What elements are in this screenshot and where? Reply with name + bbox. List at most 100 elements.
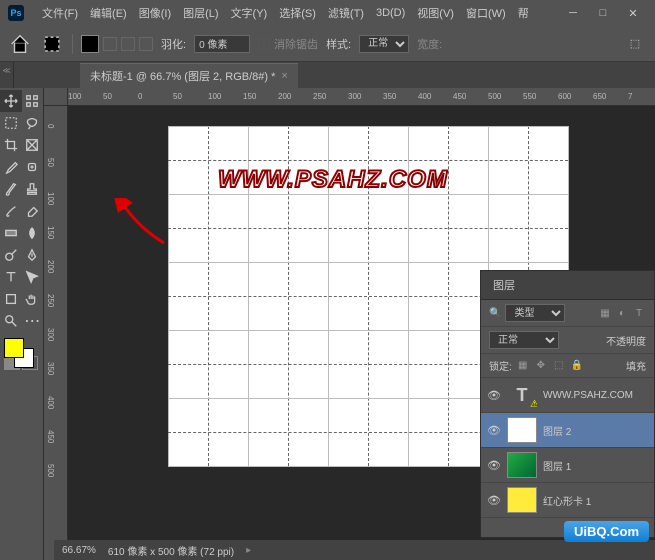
fill-label: 填充: [626, 358, 646, 373]
layer-item[interactable]: 👁 红心形卡 1: [481, 483, 654, 518]
gradient-tool[interactable]: [0, 222, 22, 244]
search-icon: 🔍: [489, 308, 501, 319]
layer-name[interactable]: 图层 2: [543, 423, 571, 438]
lock-label: 锁定:: [489, 358, 512, 373]
status-bar: 66.67% 610 像素 x 500 像素 (72 ppi) ▸: [54, 540, 655, 560]
ruler-origin[interactable]: [44, 88, 68, 106]
layers-panel: 图层 🔍 类型 ▦ ◐ T 正常 不透明度 锁定: ▦ ✥ ⬚ 🔒 填充 👁 T…: [480, 270, 655, 538]
tab-bar: ≪ 未标题-1 @ 66.7% (图层 2, RGB/8#) * ×: [0, 62, 655, 88]
menu-filter[interactable]: 滤镜(T): [322, 5, 370, 21]
layer-name[interactable]: 红心形卡 1: [543, 493, 591, 508]
lock-all-icon[interactable]: 🔒: [570, 359, 584, 373]
menu-file[interactable]: 文件(F): [36, 5, 84, 21]
blend-mode-select[interactable]: 正常: [489, 331, 559, 349]
layer-thumb: [507, 452, 537, 478]
tab-close-icon[interactable]: ×: [281, 70, 287, 82]
type-tool[interactable]: [0, 266, 22, 288]
filter-pixel-icon[interactable]: ▦: [598, 306, 612, 320]
visibility-icon[interactable]: 👁: [487, 389, 501, 402]
color-pickers: [0, 336, 43, 376]
lock-position-icon[interactable]: ✥: [534, 359, 548, 373]
marquee-tool[interactable]: [0, 112, 22, 134]
pen-tool[interactable]: [22, 244, 44, 266]
menu-layer[interactable]: 图层(L): [177, 5, 224, 21]
layer-item[interactable]: 👁 图层 1: [481, 448, 654, 483]
ruler-vertical[interactable]: 050100150200250300350400450500: [44, 106, 68, 560]
zoom-level[interactable]: 66.67%: [62, 545, 96, 556]
options-bar: 羽化: 消除锯齿 样式: 正常 宽度: ⬚: [0, 26, 655, 62]
menu-select[interactable]: 选择(S): [273, 5, 322, 21]
close-button[interactable]: ✕: [619, 3, 647, 23]
menu-help[interactable]: 帮: [512, 5, 535, 21]
document-title: 未标题-1 @ 66.7% (图层 2, RGB/8#) *: [90, 68, 275, 84]
layer-name[interactable]: WWW.PSAHZ.COM: [543, 390, 633, 401]
artboard-tool[interactable]: [22, 90, 44, 112]
subtract-selection-icon[interactable]: [121, 37, 135, 51]
width-label: 宽度:: [417, 36, 442, 52]
stamp-tool[interactable]: [22, 178, 44, 200]
new-selection-icon[interactable]: [81, 35, 99, 53]
history-brush-tool[interactable]: [0, 200, 22, 222]
visibility-icon[interactable]: 👁: [487, 424, 501, 437]
brand-watermark: UiBQ.Com: [564, 521, 649, 542]
intersect-selection-icon[interactable]: [139, 37, 153, 51]
antialias-check: 消除锯齿: [258, 36, 318, 52]
layer-thumb: [507, 417, 537, 443]
shape-tool[interactable]: [0, 288, 22, 310]
doc-size: 610 像素 x 500 像素 (72 ppi): [108, 543, 234, 558]
layer-name[interactable]: 图层 1: [543, 458, 571, 473]
layer-item[interactable]: 👁 T⚠ WWW.PSAHZ.COM: [481, 378, 654, 413]
toolbox: ⋯: [0, 88, 44, 560]
layer-thumb-text: T⚠: [507, 382, 537, 408]
minimize-button[interactable]: ─: [559, 3, 587, 23]
layer-item[interactable]: 👁 图层 2: [481, 413, 654, 448]
foreground-color[interactable]: [4, 338, 24, 358]
zoom-tool[interactable]: [0, 310, 22, 332]
crop-tool[interactable]: [0, 134, 22, 156]
menu-window[interactable]: 窗口(W): [460, 5, 512, 21]
left-panel-toggle[interactable]: ≪: [0, 62, 14, 88]
maximize-button[interactable]: □: [589, 3, 617, 23]
hand-tool[interactable]: [22, 288, 44, 310]
layer-list: 👁 T⚠ WWW.PSAHZ.COM 👁 图层 2 👁 图层 1 👁 红心形卡 …: [481, 378, 654, 537]
eraser-tool[interactable]: [22, 200, 44, 222]
filter-type-icon[interactable]: T: [632, 306, 646, 320]
collapse-panel-icon[interactable]: ⬚: [623, 32, 647, 56]
titlebar: Ps 文件(F) 编辑(E) 图像(I) 图层(L) 文字(Y) 选择(S) 滤…: [0, 0, 655, 26]
tool-preset-icon[interactable]: [40, 32, 64, 56]
filter-adjust-icon[interactable]: ◐: [615, 306, 629, 320]
blur-tool[interactable]: [22, 222, 44, 244]
annotation-arrow: [114, 198, 174, 248]
visibility-icon[interactable]: 👁: [487, 494, 501, 507]
feather-label: 羽化:: [161, 36, 186, 52]
menu-edit[interactable]: 编辑(E): [84, 5, 133, 21]
frame-tool[interactable]: [22, 134, 44, 156]
lasso-tool[interactable]: [22, 112, 44, 134]
lock-pixels-icon[interactable]: ▦: [516, 359, 530, 373]
visibility-icon[interactable]: 👁: [487, 459, 501, 472]
ruler-horizontal[interactable]: 1005005010015020025030035040045050055060…: [68, 88, 655, 106]
document-tab[interactable]: 未标题-1 @ 66.7% (图层 2, RGB/8#) * ×: [80, 63, 298, 88]
menu-image[interactable]: 图像(I): [133, 5, 177, 21]
layer-thumb: [507, 487, 537, 513]
brush-tool[interactable]: [0, 178, 22, 200]
menu-type[interactable]: 文字(Y): [225, 5, 274, 21]
move-tool[interactable]: [0, 90, 22, 112]
feather-input[interactable]: [194, 35, 250, 53]
menu-3d[interactable]: 3D(D): [370, 7, 411, 19]
eyedropper-tool[interactable]: [0, 156, 22, 178]
more-tools[interactable]: ⋯: [22, 310, 44, 332]
healing-tool[interactable]: [22, 156, 44, 178]
add-selection-icon[interactable]: [103, 37, 117, 51]
layers-tab[interactable]: 图层: [481, 271, 654, 300]
layer-filter-select[interactable]: 类型: [505, 304, 565, 322]
style-label: 样式:: [326, 36, 351, 52]
opacity-label: 不透明度: [606, 333, 646, 348]
style-select[interactable]: 正常: [359, 35, 409, 53]
menu-view[interactable]: 视图(V): [411, 5, 460, 21]
lock-artboard-icon[interactable]: ⬚: [552, 359, 566, 373]
path-tool[interactable]: [22, 266, 44, 288]
dodge-tool[interactable]: [0, 244, 22, 266]
home-icon[interactable]: [8, 32, 32, 56]
marquee-mode-group: [81, 35, 153, 53]
